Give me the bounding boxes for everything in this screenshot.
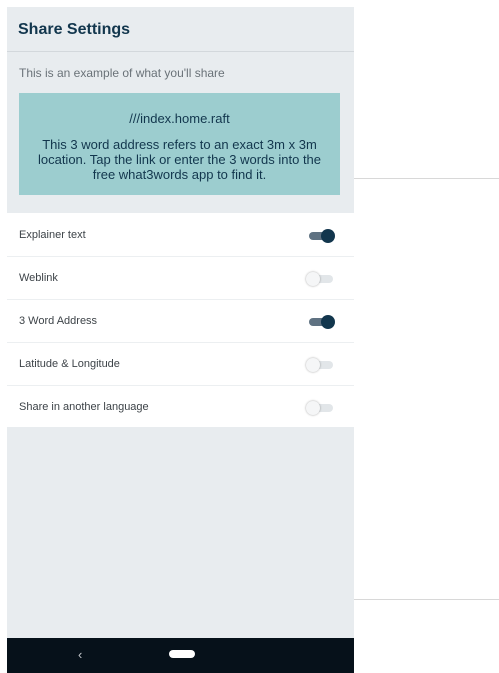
- toggle-knob: [321, 229, 335, 243]
- explainer-text-toggle[interactable]: [306, 229, 336, 243]
- toggle-knob: [321, 315, 335, 329]
- chevron-left-icon[interactable]: ‹: [78, 647, 82, 663]
- setting-row-3-word-address[interactable]: 3 Word Address: [7, 299, 354, 343]
- toggle-knob: [306, 401, 320, 415]
- app-header: Share Settings: [7, 7, 354, 52]
- share-settings-screen: Share Settings This is an example of wha…: [7, 7, 354, 673]
- setting-row-weblink[interactable]: Weblink: [7, 256, 354, 300]
- share-preview-card: ///index.home.raft This 3 word address r…: [19, 93, 340, 195]
- divider-line: [354, 599, 499, 600]
- setting-label: Explainer text: [19, 229, 86, 241]
- setting-label: 3 Word Address: [19, 315, 98, 327]
- android-nav-bar: ‹: [7, 638, 354, 673]
- setting-label: Weblink: [19, 272, 58, 284]
- preview-address: ///index.home.raft: [129, 111, 230, 126]
- setting-row-another-language[interactable]: Share in another language: [7, 385, 354, 428]
- latitude-longitude-toggle[interactable]: [306, 358, 336, 372]
- setting-label: Share in another language: [19, 401, 149, 413]
- preview-description: This 3 word address refers to an exact 3…: [37, 137, 322, 182]
- home-pill-icon[interactable]: [169, 650, 195, 658]
- setting-row-latitude-longitude[interactable]: Latitude & Longitude: [7, 342, 354, 386]
- 3-word-address-toggle[interactable]: [306, 315, 336, 329]
- toggle-knob: [306, 358, 320, 372]
- setting-row-explainer-text[interactable]: Explainer text: [7, 213, 354, 257]
- toggle-knob: [306, 272, 320, 286]
- setting-label: Latitude & Longitude: [19, 358, 120, 370]
- another-language-toggle[interactable]: [306, 401, 336, 415]
- weblink-toggle[interactable]: [306, 272, 336, 286]
- divider-line: [354, 178, 499, 179]
- preview-subtitle: This is an example of what you'll share: [19, 66, 225, 80]
- page-title: Share Settings: [18, 21, 131, 38]
- share-options-list: Explainer text Weblink 3 Word Address La…: [7, 213, 354, 427]
